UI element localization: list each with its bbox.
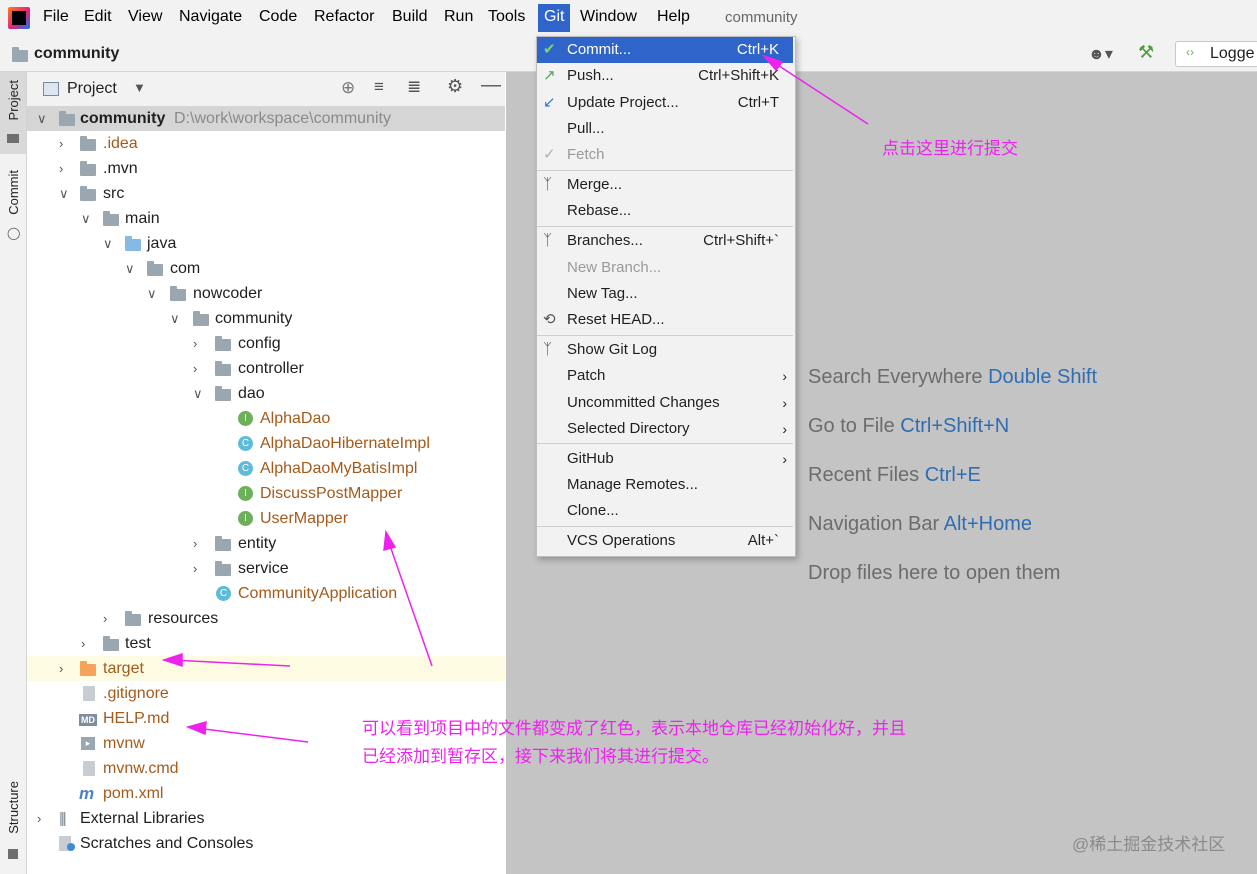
arrow-to-commit [769,59,869,125]
arrow-head [161,652,183,668]
arrow-to-files [387,539,433,667]
arrow-to-target [171,659,291,667]
arrow-head [185,720,207,736]
files-annotation-line1: 可以看到项目中的文件都变成了红色，表示本地仓库已经初始化好，并且 [362,719,906,738]
arrow-head [761,54,784,72]
files-annotation-line2: 已经添加到暂存区，接下来我们将其进行提交。 [362,747,719,766]
arrow-to-help [195,727,309,743]
arrow-head [383,529,397,552]
commit-annotation: 点击这里进行提交 [882,139,1018,158]
